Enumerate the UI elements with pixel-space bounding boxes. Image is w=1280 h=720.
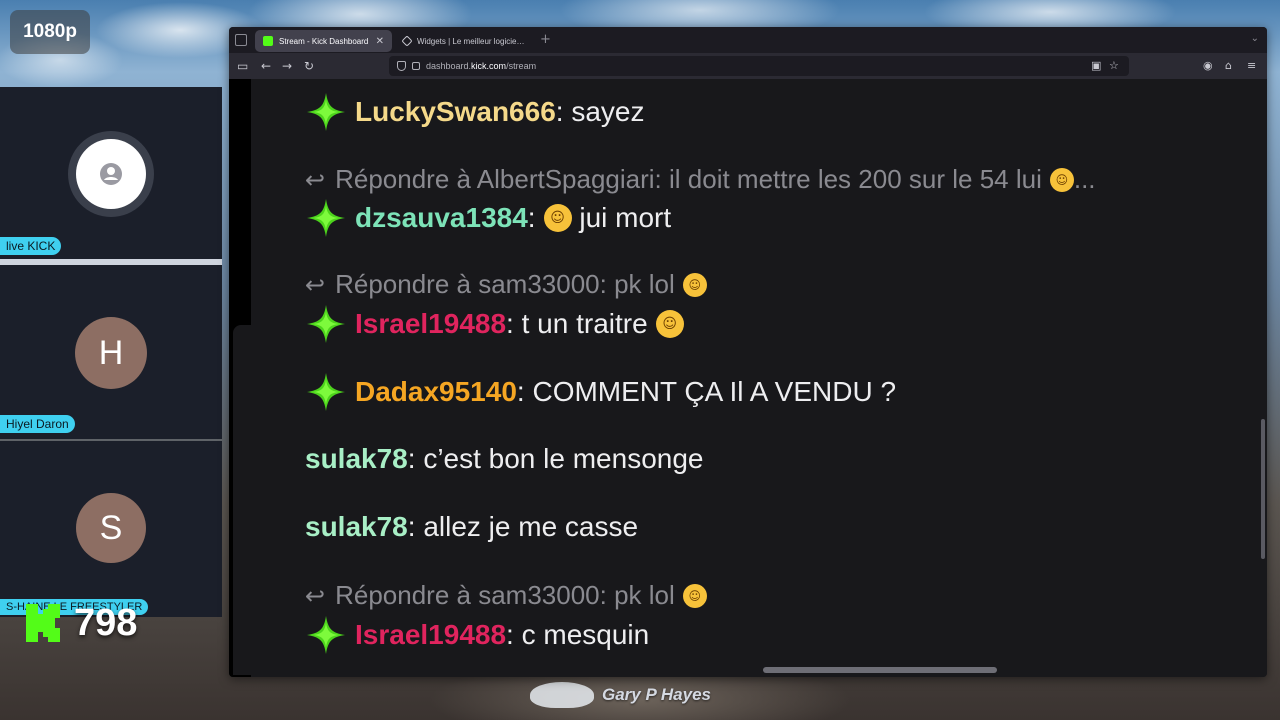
chat-text: c’est bon le mensonge [423,443,704,474]
chat-text: t un traitre [521,308,648,339]
horizontal-scrollbar[interactable] [763,667,997,673]
kick-logo-icon [26,604,60,642]
chat-message: Dadax95140: COMMENT ÇA Il A VENDU ? [305,371,896,413]
tab-title: Widgets | Le meilleur logiciel po [417,36,525,46]
tab-bar: Stream - Kick Dashboard ✕ Widgets | Le m… [229,27,1267,53]
participant-tile[interactable]: S S-HAINE LE FREESTYLER [0,441,222,617]
rofl-emoji-icon: ☺ [682,272,707,297]
joy-emoji-icon: ☺ [655,310,684,338]
sidebar-icon[interactable]: ▭ [237,58,248,74]
chat-message: Israel19488: t un traitre ☺ [305,303,684,345]
reply-ellipsis: ... [1073,164,1096,194]
panel-edge [233,325,251,675]
navigation-bar: ▭ ← → ↻ dashboard.kick.com/stream ▣ ☆ ◉ … [229,53,1267,79]
avatar: S [76,493,146,563]
left-panel [229,79,251,677]
reply-text: Répondre à AlbertSpaggiari: il doit mett… [335,164,1042,194]
chat-message: dzsauva1384: ☺ jui mort [305,197,671,239]
avatar: H [75,317,147,389]
page-content: LuckySwan666: sayez ↩ Répondre à AlbertS… [229,79,1267,677]
url-bar[interactable]: dashboard.kick.com/stream [389,56,1129,76]
quality-badge: 1080p [10,10,90,54]
chat-text: jui mort [571,202,672,233]
chat-message: LuckySwan666: sayez [305,91,645,133]
chat-message: Israel19488: c mesquin [305,614,649,656]
chat-text: sayez [571,96,645,127]
lock-icon[interactable] [412,62,420,70]
reply-reference[interactable]: ↩ Répondre à AlbertSpaggiari: il doit me… [305,164,1096,195]
watermark: Gary P Hayes [530,675,750,715]
chat-text: c mesquin [521,619,650,650]
reply-text: Répondre à sam33000: pk lol [335,269,675,299]
reply-arrow-icon: ↩ [305,270,326,299]
chat-username[interactable]: Dadax95140 [355,376,517,408]
participant-name: live KICK [0,237,62,255]
back-button[interactable]: ← [261,58,271,74]
url-text: dashboard.kick.com/stream [426,61,537,71]
watermark-logo [530,682,594,708]
sparkle-badge-icon [307,199,345,237]
widgets-favicon-icon [401,35,413,47]
tab-widgets[interactable]: Widgets | Le meilleur logiciel po [395,30,533,52]
kick-favicon-icon [263,36,273,46]
chat-text: COMMENT ÇA Il A VENDU ? [532,376,897,407]
watermark-text: Gary P Hayes [602,685,711,704]
home-icon[interactable]: ⌂ [1225,59,1232,72]
new-tab-button[interactable]: + [540,32,551,47]
sidebar-toggle-icon[interactable] [235,34,247,46]
shield-icon[interactable] [397,61,406,71]
chat-username[interactable]: Israel19488 [355,308,506,340]
reader-view-icon[interactable]: ▣ [1091,59,1101,72]
chat-username[interactable]: LuckySwan666 [355,96,556,128]
reply-text: Répondre à sam33000: pk lol [335,580,675,610]
reply-arrow-icon: ↩ [305,581,326,610]
chat-username[interactable]: sulak78 [305,443,408,475]
participant-name: Hiyel Daron [0,415,75,433]
vertical-scrollbar[interactable] [1261,419,1265,559]
joy-emoji-icon: ☺ [543,204,572,232]
sparkle-badge-icon [307,616,345,654]
reload-button[interactable]: ↻ [304,58,314,74]
follower-counter: 798 [24,600,137,646]
chevron-down-icon[interactable]: ⌄ [1251,33,1259,44]
rofl-emoji-icon: ☺ [1049,167,1074,192]
browser-window: Stream - Kick Dashboard ✕ Widgets | Le m… [229,27,1267,677]
follower-count: 798 [74,601,138,644]
chat-username[interactable]: dzsauva1384 [355,202,528,234]
avatar [68,131,154,217]
chat-username[interactable]: sulak78 [305,511,408,543]
close-tab-icon[interactable]: ✕ [376,36,384,47]
forward-button[interactable]: → [282,58,292,74]
tab-stream-dashboard[interactable]: Stream - Kick Dashboard ✕ [255,30,392,52]
rofl-emoji-icon: ☺ [682,583,707,608]
reply-arrow-icon: ↩ [305,165,326,194]
tab-title: Stream - Kick Dashboard [279,36,369,46]
menu-icon[interactable]: ≡ [1247,59,1256,72]
participant-tile[interactable]: live KICK [0,87,222,259]
chat-text: allez je me casse [423,511,639,542]
chat-message: sulak78: allez je me casse [305,511,639,543]
chat-message: sulak78: c’est bon le mensonge [305,443,704,475]
reply-reference[interactable]: ↩ Répondre à sam33000: pk lol ☺ [305,269,707,300]
participant-tile[interactable]: H Hiyel Daron [0,265,222,439]
extension-icon[interactable]: ◉ [1203,59,1213,72]
reply-reference[interactable]: ↩ Répondre à sam33000: pk lol ☺ [305,580,707,611]
person-icon [100,163,122,185]
sparkle-badge-icon [307,93,345,131]
bookmark-star-icon[interactable]: ☆ [1109,59,1119,72]
sparkle-badge-icon [307,305,345,343]
chat-username[interactable]: Israel19488 [355,619,506,651]
sparkle-badge-icon [307,373,345,411]
